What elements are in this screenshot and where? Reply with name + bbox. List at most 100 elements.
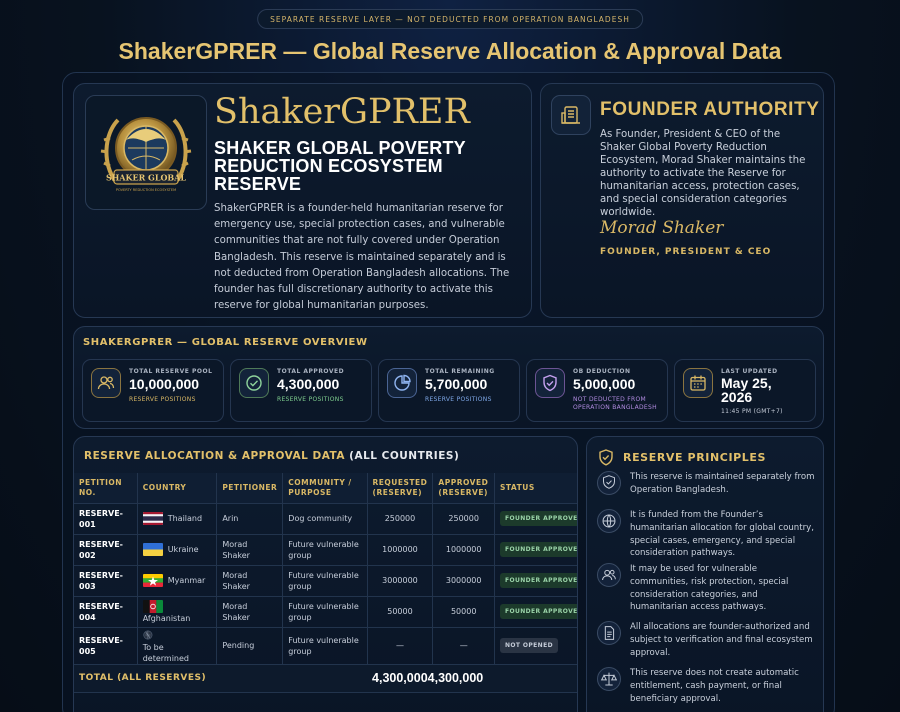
country-name: Afghanistan [142,613,191,623]
approved-cell: — [432,627,495,665]
allocation-table: PETITION NO. COUNTRY PETITIONER COMMUNIT… [74,473,577,693]
total-requested: 4,300,000 [372,670,428,685]
hero-card: SHAKER GLOBAL POVERTY REDUCTION ECOSYSTE… [73,83,532,318]
principle-text: It is funded from the Founder’s humanita… [630,510,814,559]
scale-icon [597,667,621,691]
shield-icon [597,471,621,495]
stat-label: OB DEDUCTION [573,368,631,375]
stat-ob-deduction: OB DEDUCTION 5,000,000 NOT DEDUCTED FROM… [526,359,668,422]
check-circle-icon [239,368,269,398]
building-document-icon [551,95,591,135]
founder-authority-description: As Founder, President & CEO of the Shake… [600,129,806,218]
stat-label: TOTAL REMAINING [425,368,495,375]
principle-text: All allocations are founder-authorized a… [630,622,813,658]
table-row[interactable]: RESERVE-004 Afghanistan Morad Shaker Future… [74,596,577,628]
petitioner-cell: Pending [216,627,284,665]
status-badge: FOUNDER APPROVED [499,604,577,619]
purpose-cell: Future vulnerable group [282,565,368,597]
stat-label: TOTAL RESERVE POOL [129,368,213,375]
approved-cell: 250000 [432,503,495,535]
column-header[interactable]: STATUS [494,473,577,504]
stat-total-remaining: TOTAL REMAINING 5,700,000 RESERVE POSITI… [378,359,520,422]
total-values: 4,300,0004,300,000 [367,664,577,693]
stat-last-updated: LAST UPDATED May 25, 2026 11:45 PM (GMT+… [674,359,816,422]
table-row[interactable]: RESERVE-003 Myanmar Morad Shaker Future vul… [74,565,577,597]
flag-icon [142,543,163,556]
approved-cell: 1000000 [432,534,495,566]
column-header[interactable]: REQUESTED (RESERVE) [367,473,434,504]
table-header-row: PETITION NO. COUNTRY PETITIONER COMMUNIT… [74,473,577,504]
table-title-main: RESERVE ALLOCATION & APPROVAL DATA [84,450,345,462]
reserve-description: ShakerGPRER is a founder-held humanitari… [214,203,510,312]
requested-cell: 3000000 [367,565,434,597]
logo-small-text: POVERTY REDUCTION ECOSYSTEM [116,188,176,192]
stat-value: 4,300,000 [277,376,340,392]
petition-number-cell: RESERVE-002 [74,534,138,566]
petition-number-cell: RESERVE-004 [74,596,138,628]
status-badge: NOT OPENED [499,638,558,653]
shaker-global-emblem: SHAKER GLOBAL POVERTY REDUCTION ECOSYSTE… [100,116,192,192]
country-cell: To be determined [137,627,218,665]
status-badge: FOUNDER APPROVED [499,511,577,526]
reserve-full-name: SHAKER GLOBAL POVERTY REDUCTION ECOSYSTE… [214,138,466,194]
requested-cell: 250000 [367,503,434,535]
principle-text: This reserve is maintained separately fr… [630,472,815,495]
column-header[interactable]: APPROVED (RESERVE) [432,473,495,504]
logo-text: SHAKER GLOBAL [106,172,186,182]
flag-icon [142,599,163,613]
status-cell: NOT OPENED [494,627,577,665]
flag-icon [142,512,163,525]
status-cell: FOUNDER APPROVED [494,596,577,628]
country-cell: Myanmar [137,565,218,597]
stat-value: 10,000,000 [129,376,200,392]
stat-note: RESERVE POSITIONS [129,396,196,403]
status-badge: FOUNDER APPROVED [499,573,577,588]
table-row[interactable]: RESERVE-001 Thailand Arin Dog community 2500… [74,503,577,535]
country-cell: Ukraine [137,534,218,566]
founder-authority-card: FOUNDER AUTHORITY As Founder, President … [540,83,824,318]
pie-chart-icon [387,368,417,398]
stat-value: May 25, 2026 [721,375,772,405]
table-row[interactable]: RESERVE-002 Ukraine Morad Shaker Future vul… [74,534,577,566]
total-label: TOTAL (ALL RESERVES) [74,664,368,693]
column-header[interactable]: PETITIONER [216,473,284,504]
stat-label: LAST UPDATED [721,368,778,375]
reserve-principles-card: RESERVE PRINCIPLES This reserve is maint… [586,436,824,712]
country-name: Myanmar [167,576,206,585]
column-header[interactable]: COUNTRY [137,473,218,504]
column-header[interactable]: PETITION NO. [74,473,138,504]
purpose-cell: Future vulnerable group [282,534,368,566]
table-title-suffix: (ALL COUNTRIES) [349,450,460,462]
petition-number-cell: RESERVE-005 [74,627,138,665]
banner-text: SEPARATE RESERVE LAYER — NOT DEDUCTED FR… [270,14,630,24]
petition-number-cell: RESERVE-001 [74,503,138,535]
status-cell: FOUNDER APPROVED [494,534,577,566]
calendar-icon [683,368,713,398]
principle-text: This reserve does not create automatic e… [630,668,799,704]
table-title: RESERVE ALLOCATION & APPROVAL DATA (ALL … [84,450,459,462]
table-row[interactable]: RESERVE-005 To be determined Pending Future… [74,627,577,665]
globe-icon [597,509,621,533]
total-row: TOTAL (ALL RESERVES) 4,300,0004,300,000 [74,664,577,693]
approved-cell: 3000000 [432,565,495,597]
principles-title: RESERVE PRINCIPLES [623,451,767,464]
column-header[interactable]: COMMUNITY / PURPOSE [282,473,368,504]
approved-cell: 50000 [432,596,495,628]
logo: SHAKER GLOBAL POVERTY REDUCTION ECOSYSTE… [85,95,207,210]
stat-value: 5,000,000 [573,376,636,392]
founder-authority-title: FOUNDER AUTHORITY [600,99,820,120]
flag-icon [143,630,153,639]
separate-reserve-banner: SEPARATE RESERVE LAYER — NOT DEDUCTED FR… [257,9,643,29]
petitioner-cell: Morad Shaker [216,596,284,628]
status-badge: FOUNDER APPROVED [499,542,577,557]
petition-number-cell: RESERVE-003 [74,565,138,597]
purpose-cell: Dog community [282,503,368,535]
status-cell: FOUNDER APPROVED [494,565,577,597]
requested-cell: 50000 [367,596,434,628]
stat-value: 5,700,000 [425,376,488,392]
country-cell: Afghanistan [137,596,218,628]
stat-label: TOTAL APPROVED [277,368,345,375]
principle-text: It may be used for vulnerable communitie… [630,564,789,613]
founder-role: FOUNDER, PRESIDENT & CEO [600,247,772,257]
shield-check-icon [599,449,613,466]
